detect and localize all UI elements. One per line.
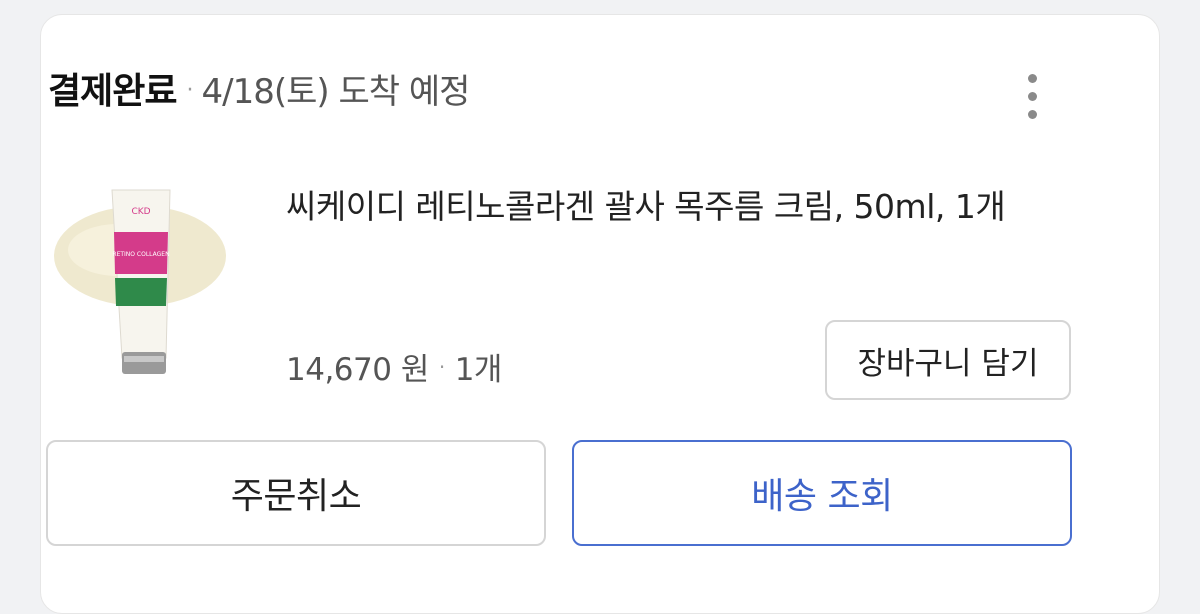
price-separator: · [438,354,445,379]
tube-label-text: RETINO COLLAGEN [112,251,169,258]
order-status: 결제완료 [48,71,177,112]
tube-brand-text: CKD [131,207,150,217]
track-delivery-button[interactable]: 배송 조회 [572,440,1072,546]
add-to-cart-button[interactable]: 장바구니 담기 [825,320,1071,400]
order-header: 결제완료 · 4/18(토) 도착 예정 [48,62,470,114]
tube-cap [122,352,166,374]
product-tube-illustration: CKD RETINO COLLAGEN [54,189,226,374]
more-vertical-icon [1027,73,1037,83]
more-options-button[interactable] [1010,64,1054,128]
tube-cap-highlight [124,356,164,362]
product-price: 14,670 원 [286,352,429,388]
product-name[interactable]: 씨케이디 레티노콜라겐 괄사 목주름 크림, 50ml, 1개 [286,180,1066,234]
price-row: 14,670 원 · 1개 [286,344,502,389]
product-image[interactable]: CKD RETINO COLLAGEN [48,176,236,382]
header-separator: · [186,77,194,103]
more-vertical-icon-dot [1027,109,1037,119]
cancel-order-button[interactable]: 주문취소 [46,440,546,546]
more-vertical-icon-dot [1027,91,1037,101]
tube-green-label [115,278,167,306]
arrival-date: 4/18(토) 도착 예정 [201,71,470,112]
product-quantity: 1개 [454,352,503,388]
